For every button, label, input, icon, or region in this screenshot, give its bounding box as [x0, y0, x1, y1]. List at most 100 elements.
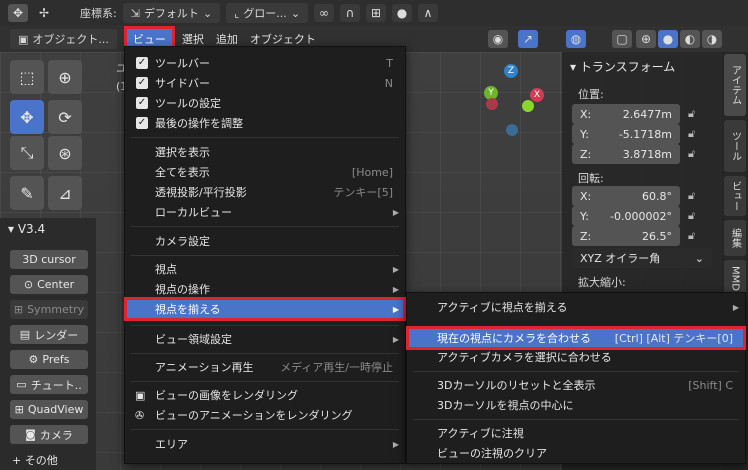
location-y-value: -5.1718m: [618, 127, 672, 141]
gizmo-z[interactable]: Z: [504, 64, 518, 78]
solid-shading-icon[interactable]: ●: [658, 30, 678, 48]
coord-value: デフォルト: [143, 7, 199, 20]
menu-item-play-animation[interactable]: アニメーション再生 メディア再生/一時停止: [125, 357, 405, 377]
menu-separator: [131, 353, 399, 354]
navigation-gizmo[interactable]: Z Y X: [480, 60, 550, 140]
menu-label: サイドバー: [155, 77, 210, 90]
snap-icon[interactable]: ∩: [340, 4, 361, 22]
submenu-item-view-lock-active[interactable]: アクティブに注視: [407, 423, 745, 443]
checkbox-icon[interactable]: ✓: [136, 77, 148, 89]
gizmo-toggle-icon[interactable]: ↗: [518, 30, 538, 48]
tab-edit[interactable]: 編集: [724, 220, 746, 256]
measure-tool-icon[interactable]: ⊿: [48, 176, 82, 210]
link-icon[interactable]: ∞: [314, 4, 335, 22]
tab-tool[interactable]: ツール: [724, 120, 746, 172]
center-button[interactable]: ⊙ Center: [10, 275, 88, 294]
scale-tool-icon[interactable]: ⤡: [10, 136, 44, 170]
xray-icon[interactable]: ▢: [612, 30, 632, 48]
lock-icon[interactable]: 🔓︎: [688, 147, 695, 161]
lock-icon[interactable]: 🔓︎: [688, 127, 695, 141]
location-z-value: 3.8718m: [622, 147, 672, 161]
axis-label: Y:: [580, 127, 589, 141]
submenu-item-reset-cursor[interactable]: 3Dカーソルのリセットと全表示 [Shift] C: [407, 375, 745, 395]
tab-mmd[interactable]: MMD: [724, 260, 746, 296]
menu-item-render-animation[interactable]: ✇ ビューのアニメーションをレンダリング: [125, 405, 405, 425]
location-y-field[interactable]: Y: -5.1718m: [572, 124, 680, 144]
submenu-item-center-cursor[interactable]: 3Dカーソルを視点の中心に: [407, 395, 745, 415]
material-shading-icon[interactable]: ◐: [680, 30, 700, 48]
lock-icon[interactable]: 🔓︎: [688, 189, 695, 203]
quadview-button[interactable]: ⊞ QuadView: [10, 400, 88, 419]
submenu-item-align-active[interactable]: アクティブに視点を揃える ▶: [407, 297, 745, 317]
menu-item-render-image[interactable]: ▣ ビューの画像をレンダリング: [125, 385, 405, 405]
symmetry-button[interactable]: ⊞ Symmetry: [10, 300, 88, 319]
menu-item-camera-settings[interactable]: カメラ設定: [125, 231, 405, 251]
visibility-icon[interactable]: ◉: [488, 30, 508, 48]
mode-dropdown[interactable]: ▣ オブジェクト...: [10, 29, 117, 49]
location-x-field[interactable]: X: 2.6477m: [572, 104, 680, 124]
transform-tool-icon[interactable]: ⊛: [48, 136, 82, 170]
checkbox-icon[interactable]: ✓: [136, 97, 148, 109]
submenu-arrow-icon: ▶: [392, 334, 399, 344]
submenu-item-camera-to-selected[interactable]: アクティブカメラを選択に合わせる: [407, 347, 745, 367]
coord-system-dropdown[interactable]: ⇲ デフォルト ⌄: [122, 3, 221, 23]
tab-item[interactable]: アイテム: [724, 54, 746, 116]
menu-item-area[interactable]: エリア ▶: [125, 434, 405, 454]
menu-item-align-view[interactable]: 視点を揃える ▶: [124, 297, 406, 321]
rotation-mode-dropdown[interactable]: XYZ オイラー角 ⌄: [572, 248, 712, 268]
render-icon: ▤: [19, 328, 31, 341]
menu-item-view-regions[interactable]: ビュー領域設定 ▶: [125, 329, 405, 349]
gizmo-x[interactable]: X: [530, 88, 544, 102]
render-button[interactable]: ▤ レンダー: [10, 325, 88, 344]
menu-shortcut: テンキー[5]: [333, 186, 393, 199]
gizmo-neg-x[interactable]: [486, 98, 498, 110]
submenu-item-view-lock-clear[interactable]: ビューの注視のクリア: [407, 443, 745, 463]
menu-item-persp-ortho[interactable]: 透視投影/平行投影 テンキー[5]: [125, 182, 405, 202]
gizmo-neg-y[interactable]: [522, 100, 534, 112]
gizmo-neg-z[interactable]: [506, 124, 518, 136]
menu-item-local-view[interactable]: ローカルビュー ▶: [125, 202, 405, 222]
menu-item-adjust-last[interactable]: ✓ 最後の操作を調整: [125, 113, 405, 133]
checkbox-icon[interactable]: ✓: [136, 57, 148, 69]
menu-item-toolbar[interactable]: ✓ ツールバー T: [125, 53, 405, 73]
lock-icon[interactable]: 🔓︎: [688, 107, 695, 121]
annotate-tool-icon[interactable]: ✎: [10, 176, 44, 210]
lock-icon[interactable]: 🔓︎: [688, 229, 695, 243]
menu-item-frame-all[interactable]: 全てを表示 [Home]: [125, 162, 405, 182]
menu-item-tool-settings[interactable]: ✓ ツールの設定: [125, 93, 405, 113]
select-box-tool-icon[interactable]: ⬚: [10, 60, 44, 94]
camera-button[interactable]: ◙ カメラ: [10, 425, 88, 444]
proportional-edit-icon[interactable]: ●: [392, 4, 413, 22]
tab-view-side[interactable]: ビュー: [724, 176, 746, 216]
overlay-icon[interactable]: ◍: [566, 30, 586, 48]
cursor-tool-icon[interactable]: ⊕: [48, 60, 82, 94]
addon-panel-header[interactable]: ▾ V3.4: [8, 222, 45, 236]
tutorial-button[interactable]: ▭ チュート..: [10, 375, 88, 394]
submenu-item-camera-to-view[interactable]: 現在の視点にカメラを合わせる [Ctrl] [Alt] テンキー[0]: [406, 326, 746, 350]
menu-item-navigation[interactable]: 視点の操作 ▶: [125, 279, 405, 299]
location-z-field[interactable]: Z: 3.8718m: [572, 144, 680, 164]
menu-item-sidebar[interactable]: ✓ サイドバー N: [125, 73, 405, 93]
lock-icon[interactable]: 🔓︎: [688, 209, 695, 223]
rotation-y-field[interactable]: Y: -0.000002°: [572, 206, 680, 226]
move-icon[interactable]: ✢: [34, 4, 54, 22]
pivot-dropdown[interactable]: ⌞ グロー... ⌄: [226, 3, 309, 23]
transform-orientation-icon[interactable]: ✥: [8, 4, 28, 22]
prefs-button[interactable]: ⚙ Prefs: [10, 350, 88, 369]
transform-panel-header[interactable]: ▾ トランスフォーム: [570, 58, 675, 75]
menu-separator: [413, 371, 739, 372]
menu-separator: [131, 381, 399, 382]
menu-item-viewpoint[interactable]: 視点 ▶: [125, 259, 405, 279]
falloff-icon[interactable]: ∧: [418, 4, 439, 22]
move-tool-icon[interactable]: ✥: [10, 100, 44, 134]
snap-target-icon[interactable]: ⊞: [366, 4, 387, 22]
rotation-x-field[interactable]: X: 60.8°: [572, 186, 680, 206]
wireframe-shading-icon[interactable]: ⊕: [636, 30, 656, 48]
menu-item-frame-selected[interactable]: 選択を表示: [125, 142, 405, 162]
rotate-tool-icon[interactable]: ⟳: [48, 100, 82, 134]
rotation-z-field[interactable]: Z: 26.5°: [572, 226, 680, 246]
3d-cursor-button[interactable]: 3D cursor: [10, 250, 88, 269]
checkbox-icon[interactable]: ✓: [136, 117, 148, 129]
rendered-shading-icon[interactable]: ◑: [702, 30, 722, 48]
more-button[interactable]: + その他: [12, 452, 58, 468]
